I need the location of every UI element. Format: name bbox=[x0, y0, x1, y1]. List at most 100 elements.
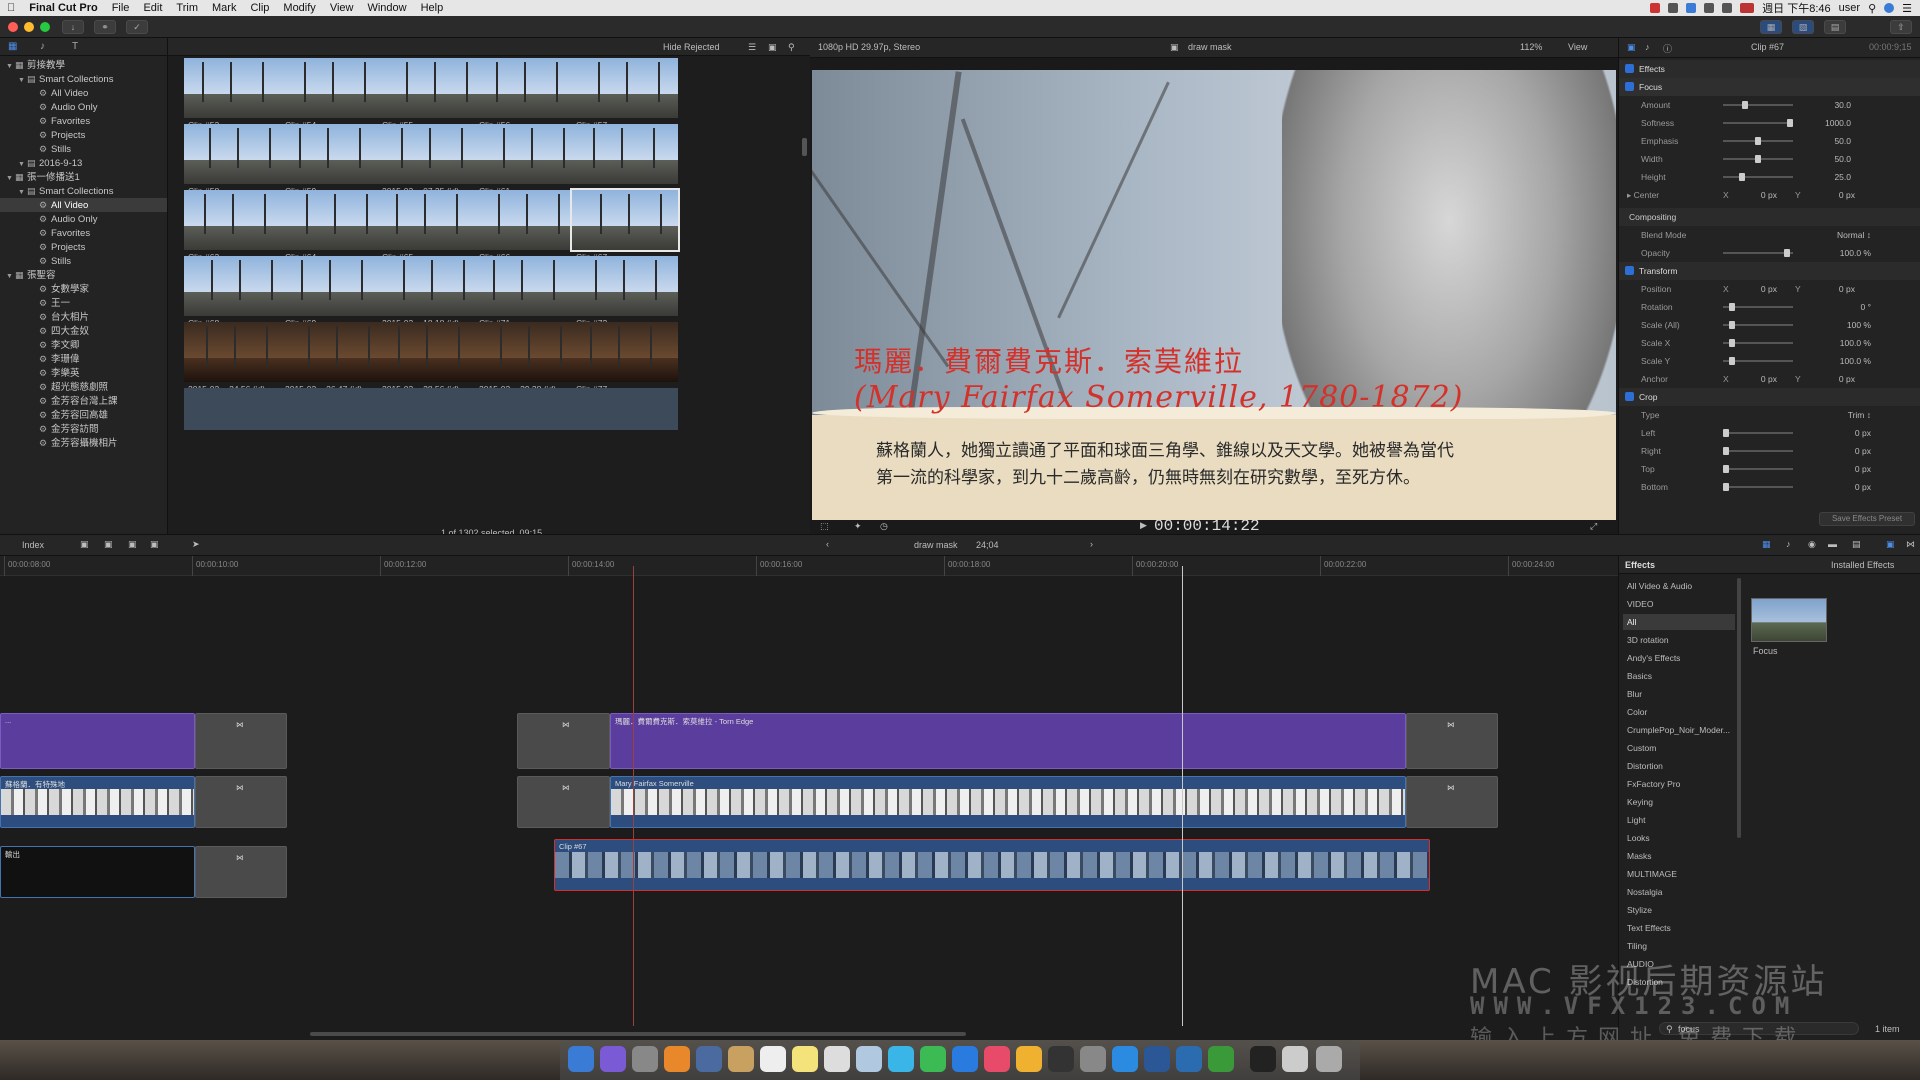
sidebar-item[interactable]: ⚙ Favorites bbox=[0, 114, 167, 128]
focus-effect-label[interactable]: Focus bbox=[1753, 646, 1778, 656]
effects-category-item[interactable]: VIDEO bbox=[1623, 596, 1735, 612]
timeline-back-icon[interactable]: ‹ bbox=[826, 539, 829, 549]
timeline-forward-icon[interactable]: › bbox=[1090, 539, 1093, 549]
sidebar-item[interactable]: ⚙ 李文卿 bbox=[0, 338, 167, 352]
spotlight-search-icon[interactable]: ⚲ bbox=[1868, 2, 1876, 15]
menu-mark[interactable]: Mark bbox=[205, 2, 243, 14]
menu-view[interactable]: View bbox=[323, 2, 361, 14]
slider-knob[interactable] bbox=[1729, 321, 1736, 329]
clip-thumbnail[interactable] bbox=[184, 58, 290, 118]
insert-clip-icon[interactable]: ▣ bbox=[104, 539, 113, 550]
crop-type-select[interactable]: Trim ↕ bbox=[1811, 410, 1871, 420]
center-x-value[interactable]: 0 px bbox=[1737, 190, 1777, 200]
effects-category-item[interactable]: All bbox=[1623, 614, 1735, 630]
menu-edit[interactable]: Edit bbox=[136, 2, 169, 14]
parameter-slider[interactable] bbox=[1723, 173, 1793, 181]
clip-thumbnail[interactable] bbox=[475, 256, 581, 316]
slider-knob[interactable] bbox=[1729, 339, 1736, 347]
clip-thumbnail[interactable] bbox=[475, 388, 581, 430]
zoom-window-button[interactable] bbox=[40, 22, 50, 32]
safari-icon[interactable] bbox=[1112, 1046, 1138, 1072]
parameter-slider[interactable] bbox=[1723, 155, 1793, 163]
status-wifi-icon[interactable] bbox=[1704, 3, 1715, 13]
effects-category-item[interactable]: Nostalgia bbox=[1623, 884, 1735, 900]
play-button[interactable]: ▶ bbox=[1140, 520, 1147, 531]
slider-knob[interactable] bbox=[1755, 137, 1761, 145]
slider-knob[interactable] bbox=[1723, 447, 1729, 455]
preview-icon[interactable] bbox=[696, 1046, 722, 1072]
blend-mode-select[interactable]: Normal ↕ bbox=[1811, 230, 1871, 240]
title-clip[interactable]: 瑪麗．費爾費克斯．索莫維拉 - Torn Edge bbox=[610, 713, 1406, 769]
audio-skimming-icon[interactable]: ♪ bbox=[1786, 539, 1791, 549]
param-value[interactable]: 0 px bbox=[1811, 482, 1871, 492]
transition-block[interactable]: ⋈ bbox=[195, 713, 287, 769]
libraries-layout-icon[interactable]: ▦ bbox=[1760, 20, 1782, 34]
slider-knob[interactable] bbox=[1729, 303, 1736, 311]
effects-category-item[interactable]: Blur bbox=[1623, 686, 1735, 702]
parameter-slider[interactable] bbox=[1723, 249, 1793, 257]
effects-category-item[interactable]: Andy's Effects bbox=[1623, 650, 1735, 666]
effects-category-item[interactable]: FxFactory Pro bbox=[1623, 776, 1735, 792]
sidebar-item[interactable]: ⚙ All Video bbox=[0, 86, 167, 100]
notification-center-icon[interactable]: ☰ bbox=[1902, 2, 1912, 15]
param-x-value[interactable]: 0 px bbox=[1737, 374, 1777, 384]
sidebar-item[interactable]: ⚙ 李珊偉 bbox=[0, 352, 167, 366]
effects-list-scrollbar[interactable] bbox=[1737, 578, 1741, 838]
effects-category-item[interactable]: Color bbox=[1623, 704, 1735, 720]
parameter-slider[interactable] bbox=[1723, 447, 1793, 455]
status-sync-icon[interactable] bbox=[1668, 3, 1679, 13]
audio-inspector-icon[interactable]: ♪ bbox=[1645, 42, 1650, 52]
parameter-slider[interactable] bbox=[1723, 101, 1793, 109]
focus-effect-header[interactable]: Focus bbox=[1619, 78, 1920, 96]
effects-category-item[interactable]: Stylize bbox=[1623, 902, 1735, 918]
param-value[interactable]: 100 % bbox=[1811, 320, 1871, 330]
app-store-icon[interactable] bbox=[952, 1046, 978, 1072]
clip-appearance-timeline-icon[interactable]: ▤ bbox=[1852, 539, 1861, 550]
snapping-icon[interactable]: ▬ bbox=[1828, 539, 1837, 549]
minimize-window-button[interactable] bbox=[24, 22, 34, 32]
clip-thumbnail[interactable] bbox=[184, 322, 290, 382]
portrait-clip-left[interactable]: 蘇格蘭．有特殊地 bbox=[0, 776, 195, 828]
index-button[interactable]: Index bbox=[22, 540, 44, 550]
effects-browser-icon[interactable]: ▣ bbox=[1886, 539, 1895, 550]
effects-category-item[interactable]: All Video & Audio bbox=[1623, 578, 1735, 594]
slider-knob[interactable] bbox=[1742, 101, 1749, 109]
terminal-icon[interactable] bbox=[1250, 1046, 1276, 1072]
transform-tool-icon[interactable]: ⬚ bbox=[820, 521, 829, 532]
param-value[interactable]: 0 px bbox=[1811, 446, 1871, 456]
clip-thumbnail[interactable] bbox=[281, 190, 387, 250]
sidebar-item[interactable]: ⚙ All Video bbox=[0, 198, 167, 212]
parameter-slider[interactable] bbox=[1723, 357, 1793, 365]
slider-knob[interactable] bbox=[1783, 249, 1790, 257]
param-value[interactable]: 0 px bbox=[1811, 464, 1871, 474]
param-value[interactable]: 50.0 bbox=[1811, 154, 1851, 164]
clip-thumbnail[interactable] bbox=[378, 322, 484, 382]
sidebar-item[interactable]: ⚙ Audio Only bbox=[0, 100, 167, 114]
titles-generators-icon[interactable]: T bbox=[72, 41, 78, 52]
transition-block[interactable]: ⋈ bbox=[195, 846, 287, 898]
transition-block[interactable]: ⋈ bbox=[517, 713, 610, 769]
clip-thumbnail[interactable] bbox=[184, 190, 290, 250]
clip-thumbnail[interactable] bbox=[475, 322, 581, 382]
clip-thumbnail[interactable] bbox=[475, 124, 581, 184]
clip-thumbnail[interactable] bbox=[281, 256, 387, 316]
motion-icon[interactable] bbox=[1208, 1046, 1234, 1072]
input-source-flag-icon[interactable] bbox=[1740, 3, 1755, 13]
clip-thumbnail[interactable] bbox=[378, 256, 484, 316]
clip-thumbnail[interactable] bbox=[475, 190, 581, 250]
close-window-button[interactable] bbox=[8, 22, 18, 32]
parameter-slider[interactable] bbox=[1723, 321, 1793, 329]
transition-block[interactable]: ⋈ bbox=[1406, 776, 1498, 828]
clip-thumbnail[interactable] bbox=[184, 388, 290, 430]
calendar-icon[interactable] bbox=[760, 1046, 786, 1072]
append-clip-icon[interactable]: ▣ bbox=[128, 539, 137, 550]
effects-category-item[interactable]: MULTIMAGE bbox=[1623, 866, 1735, 882]
video-animation-icon[interactable]: ▦ bbox=[1762, 539, 1771, 550]
opacity-value[interactable]: 100.0 % bbox=[1811, 248, 1871, 258]
menu-trim[interactable]: Trim bbox=[169, 2, 205, 14]
info-inspector-icon[interactable]: ⓘ bbox=[1663, 42, 1672, 55]
clip-thumbnail[interactable] bbox=[378, 190, 484, 250]
param-value[interactable]: 50.0 bbox=[1811, 136, 1851, 146]
facetime-icon[interactable] bbox=[920, 1046, 946, 1072]
status-cloud-icon[interactable] bbox=[1686, 3, 1697, 13]
